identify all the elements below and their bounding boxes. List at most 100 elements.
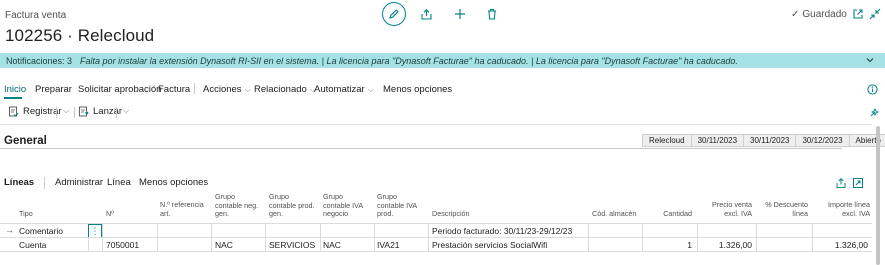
- tab-preparar[interactable]: Preparar: [35, 84, 72, 95]
- share-icon[interactable]: [835, 177, 847, 189]
- chevron-down-icon: ⌵: [244, 85, 251, 94]
- linea-button[interactable]: Línea: [107, 177, 131, 188]
- column-header-descuento[interactable]: % Descuento línea: [756, 200, 808, 218]
- divider: [0, 148, 842, 149]
- column-header-cantidad[interactable]: Cantidad: [640, 209, 692, 219]
- row-actions-button[interactable]: ⋮: [88, 224, 102, 238]
- tab-solicitar-aprobacion[interactable]: Solicitar aprobación: [78, 84, 161, 95]
- personalize-icon[interactable]: [869, 107, 880, 118]
- general-section-header[interactable]: General › Relecloud 30/11/2023 30/11/202…: [0, 132, 885, 152]
- header-line: línea: [792, 208, 808, 218]
- column-header-almacen[interactable]: Cód. almacén: [592, 209, 636, 219]
- table-row[interactable]: Cuenta 7050001 NAC SERVICIOS NAC IVA21 P…: [0, 237, 872, 252]
- administrar-button[interactable]: Administrar: [55, 177, 103, 188]
- lines-toolbar: Líneas Administrar Línea Menos opciones: [0, 177, 885, 191]
- divider: [44, 177, 45, 189]
- cell-divider: [812, 238, 813, 251]
- column-header-grupo-contable-neg-gen[interactable]: Grupo contable neg. gen.: [215, 192, 258, 219]
- menu-automatizar[interactable]: Automatizar ⌵: [314, 84, 374, 95]
- edit-button[interactable]: [382, 2, 406, 26]
- cell-cantidad[interactable]: 1: [644, 240, 692, 250]
- cell-tipo[interactable]: Comentario: [19, 226, 63, 236]
- cell-importe[interactable]: 1.326,00: [815, 240, 868, 250]
- cell-no[interactable]: 7050001: [106, 240, 139, 250]
- divider: [74, 107, 75, 118]
- cell-divider: [588, 238, 589, 251]
- open-external-icon: [853, 9, 863, 19]
- cell-gcivan[interactable]: NAC: [323, 240, 341, 250]
- check-icon: ✓: [791, 9, 800, 20]
- active-tab-indicator: [4, 97, 22, 99]
- share-icon: [420, 8, 432, 20]
- cell-divider: [642, 224, 643, 237]
- divider: [0, 124, 872, 125]
- info-icon[interactable]: [867, 84, 878, 95]
- delete-button[interactable]: [484, 6, 500, 22]
- chevron-down-icon: ⌵: [123, 106, 130, 115]
- chevron-right-icon: ›: [40, 136, 44, 147]
- divider: [56, 107, 57, 118]
- general-summary-tags: Relecloud 30/11/2023 30/11/2023 30/12/20…: [642, 134, 885, 147]
- cell-divider: [88, 238, 89, 251]
- cell-precio[interactable]: 1.326,00: [700, 240, 752, 250]
- cell-gcivap[interactable]: IVA21: [377, 240, 400, 250]
- header-line: art.: [160, 208, 171, 218]
- registrar-dropdown[interactable]: ⌵: [60, 106, 69, 116]
- cell-divider: [374, 224, 375, 237]
- row-selected-arrow-icon: →: [5, 225, 14, 235]
- summary-tag-date: 30/11/2023: [743, 134, 797, 147]
- cell-divider: [642, 238, 643, 251]
- pencil-icon: [389, 9, 399, 19]
- cell-divider: [102, 224, 103, 237]
- column-header-grupo-contable-iva-prod[interactable]: Grupo contable IVA prod.: [377, 192, 417, 219]
- chevron-down-icon[interactable]: [865, 55, 875, 65]
- expand-icon[interactable]: [852, 177, 864, 189]
- cell-descripcion[interactable]: Periodo facturado: 30/11/23-29/12/23: [432, 226, 572, 236]
- lanzar-label: Lanzar: [93, 106, 123, 117]
- page-header: Factura venta 102256 · Relecloud ✓ Guard…: [0, 0, 885, 52]
- document-type: Factura venta: [5, 10, 67, 21]
- collapse-button[interactable]: [867, 6, 883, 22]
- column-header-grupo-contable-iva-negocio[interactable]: Grupo contable IVA negocio: [323, 192, 363, 219]
- collapse-icon: [869, 8, 881, 20]
- column-header-referencia[interactable]: N.º referencia art.: [160, 200, 204, 218]
- cell-gcng[interactable]: NAC: [215, 240, 233, 250]
- lanzar-dropdown[interactable]: ⌵: [120, 106, 129, 116]
- table-row[interactable]: → Comentario ⋮ Periodo facturado: 30/11/…: [0, 223, 872, 238]
- tab-inicio[interactable]: Inicio: [4, 84, 26, 95]
- divider: [194, 83, 195, 94]
- cell-descripcion[interactable]: Prestación servicios SocialWifi: [432, 240, 547, 250]
- cell-tipo[interactable]: Cuenta: [19, 240, 46, 250]
- new-button[interactable]: [452, 6, 468, 22]
- tab-factura[interactable]: Factura: [158, 84, 190, 95]
- cell-divider: [428, 238, 429, 251]
- summary-tag-customer: Relecloud: [642, 134, 692, 147]
- column-header-no[interactable]: Nº: [106, 209, 114, 219]
- cell-gcpg[interactable]: SERVICIOS: [269, 240, 315, 250]
- cell-divider: [265, 224, 266, 237]
- cell-divider: [756, 224, 757, 237]
- lines-menos-opciones-button[interactable]: Menos opciones: [139, 177, 208, 188]
- notification-bar[interactable]: Notificaciones: 3 Falta por instalar la …: [0, 53, 885, 68]
- cell-divider: [588, 224, 589, 237]
- column-header-grupo-contable-prod-gen[interactable]: Grupo contable prod. gen.: [269, 192, 315, 219]
- cell-divider: [157, 224, 158, 237]
- column-header-tipo[interactable]: Tipo: [19, 209, 33, 219]
- scrollbar[interactable]: [876, 126, 880, 265]
- registrar-button[interactable]: Registrar: [8, 106, 62, 117]
- lines-table: Tipo Nº N.º referencia art. Grupo contab…: [0, 192, 872, 265]
- page-title: 102256 · Relecloud: [5, 26, 155, 45]
- column-header-descripcion[interactable]: Descripción: [432, 209, 470, 219]
- column-header-importe[interactable]: Importe línea excl. IVA: [812, 200, 870, 218]
- share-button[interactable]: [418, 6, 434, 22]
- open-new-window-button[interactable]: [850, 6, 866, 22]
- cell-divider: [211, 238, 212, 251]
- menos-opciones-button[interactable]: Menos opciones: [383, 84, 452, 95]
- header-line: prod.: [377, 209, 394, 218]
- post-icon: [9, 106, 19, 117]
- cell-divider: [265, 238, 266, 251]
- menu-relacionado[interactable]: Relacionado ⌵: [254, 84, 316, 95]
- cell-divider: [812, 224, 813, 237]
- column-header-precio[interactable]: Precio venta excl. IVA: [700, 200, 752, 218]
- menu-acciones[interactable]: Acciones ⌵: [203, 84, 251, 95]
